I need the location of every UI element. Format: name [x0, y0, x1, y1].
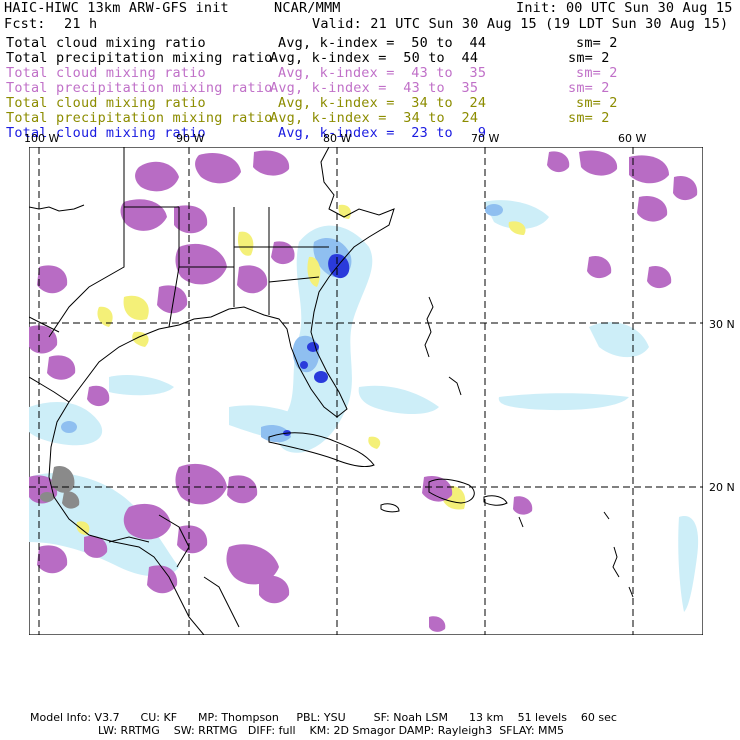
latitude-label: 30 N — [709, 318, 735, 331]
weather-map — [29, 147, 703, 635]
model-info-line1: Model Info: V3.7 CU: KF MP: Thompson PBL… — [30, 711, 617, 724]
latitude-label: 20 N — [709, 481, 735, 494]
valid-time: Valid: 21 UTC Sun 30 Aug 15 (19 LDT Sun … — [312, 16, 729, 32]
longitude-label: 70 W — [471, 132, 500, 145]
field-smoothing: sm= 2 — [576, 35, 618, 51]
field-name: Total cloud mixing ratio — [6, 65, 206, 81]
field-avg: Avg, k-index = 43 to 35 — [270, 80, 479, 96]
forecast-label: Fcst: — [4, 16, 46, 32]
field-name: Total cloud mixing ratio — [6, 35, 206, 51]
field-avg: Avg, k-index = 43 to 35 — [278, 65, 487, 81]
field-smoothing: sm= 2 — [568, 50, 610, 66]
field-avg: Avg, k-index = 50 to 44 — [278, 35, 487, 51]
field-smoothing: sm= 2 — [576, 65, 618, 81]
field-avg: Avg, k-index = 50 to 44 — [270, 50, 479, 66]
field-name: Total cloud mixing ratio — [6, 95, 206, 111]
field-avg: Avg, k-index = 34 to 24 — [270, 110, 479, 126]
field-smoothing: sm= 2 — [576, 95, 618, 111]
field-smoothing: sm= 2 — [568, 80, 610, 96]
field-smoothing: sm= 2 — [568, 110, 610, 126]
model-title: HAIC-HIWC 13km ARW-GFS init — [4, 0, 229, 16]
field-name: Total precipitation mixing ratio — [6, 50, 273, 66]
field-avg: Avg, k-index = 34 to 24 — [278, 95, 487, 111]
model-info-line2: LW: RRTMG SW: RRTMG DIFF: full KM: 2D Sm… — [98, 724, 564, 737]
longitude-label: 90 W — [176, 132, 205, 145]
organization-label: NCAR/MMM — [274, 0, 341, 16]
longitude-label: 100 W — [24, 132, 60, 145]
longitude-label: 80 W — [323, 132, 352, 145]
longitude-label: 60 W — [618, 132, 647, 145]
forecast-hour: 21 h — [64, 16, 98, 32]
field-avg: Avg, k-index = 23 to 9 — [278, 125, 487, 141]
init-time: Init: 00 UTC Sun 30 Aug 15 — [516, 0, 733, 16]
field-name: Total precipitation mixing ratio — [6, 80, 273, 96]
field-name: Total precipitation mixing ratio — [6, 110, 273, 126]
